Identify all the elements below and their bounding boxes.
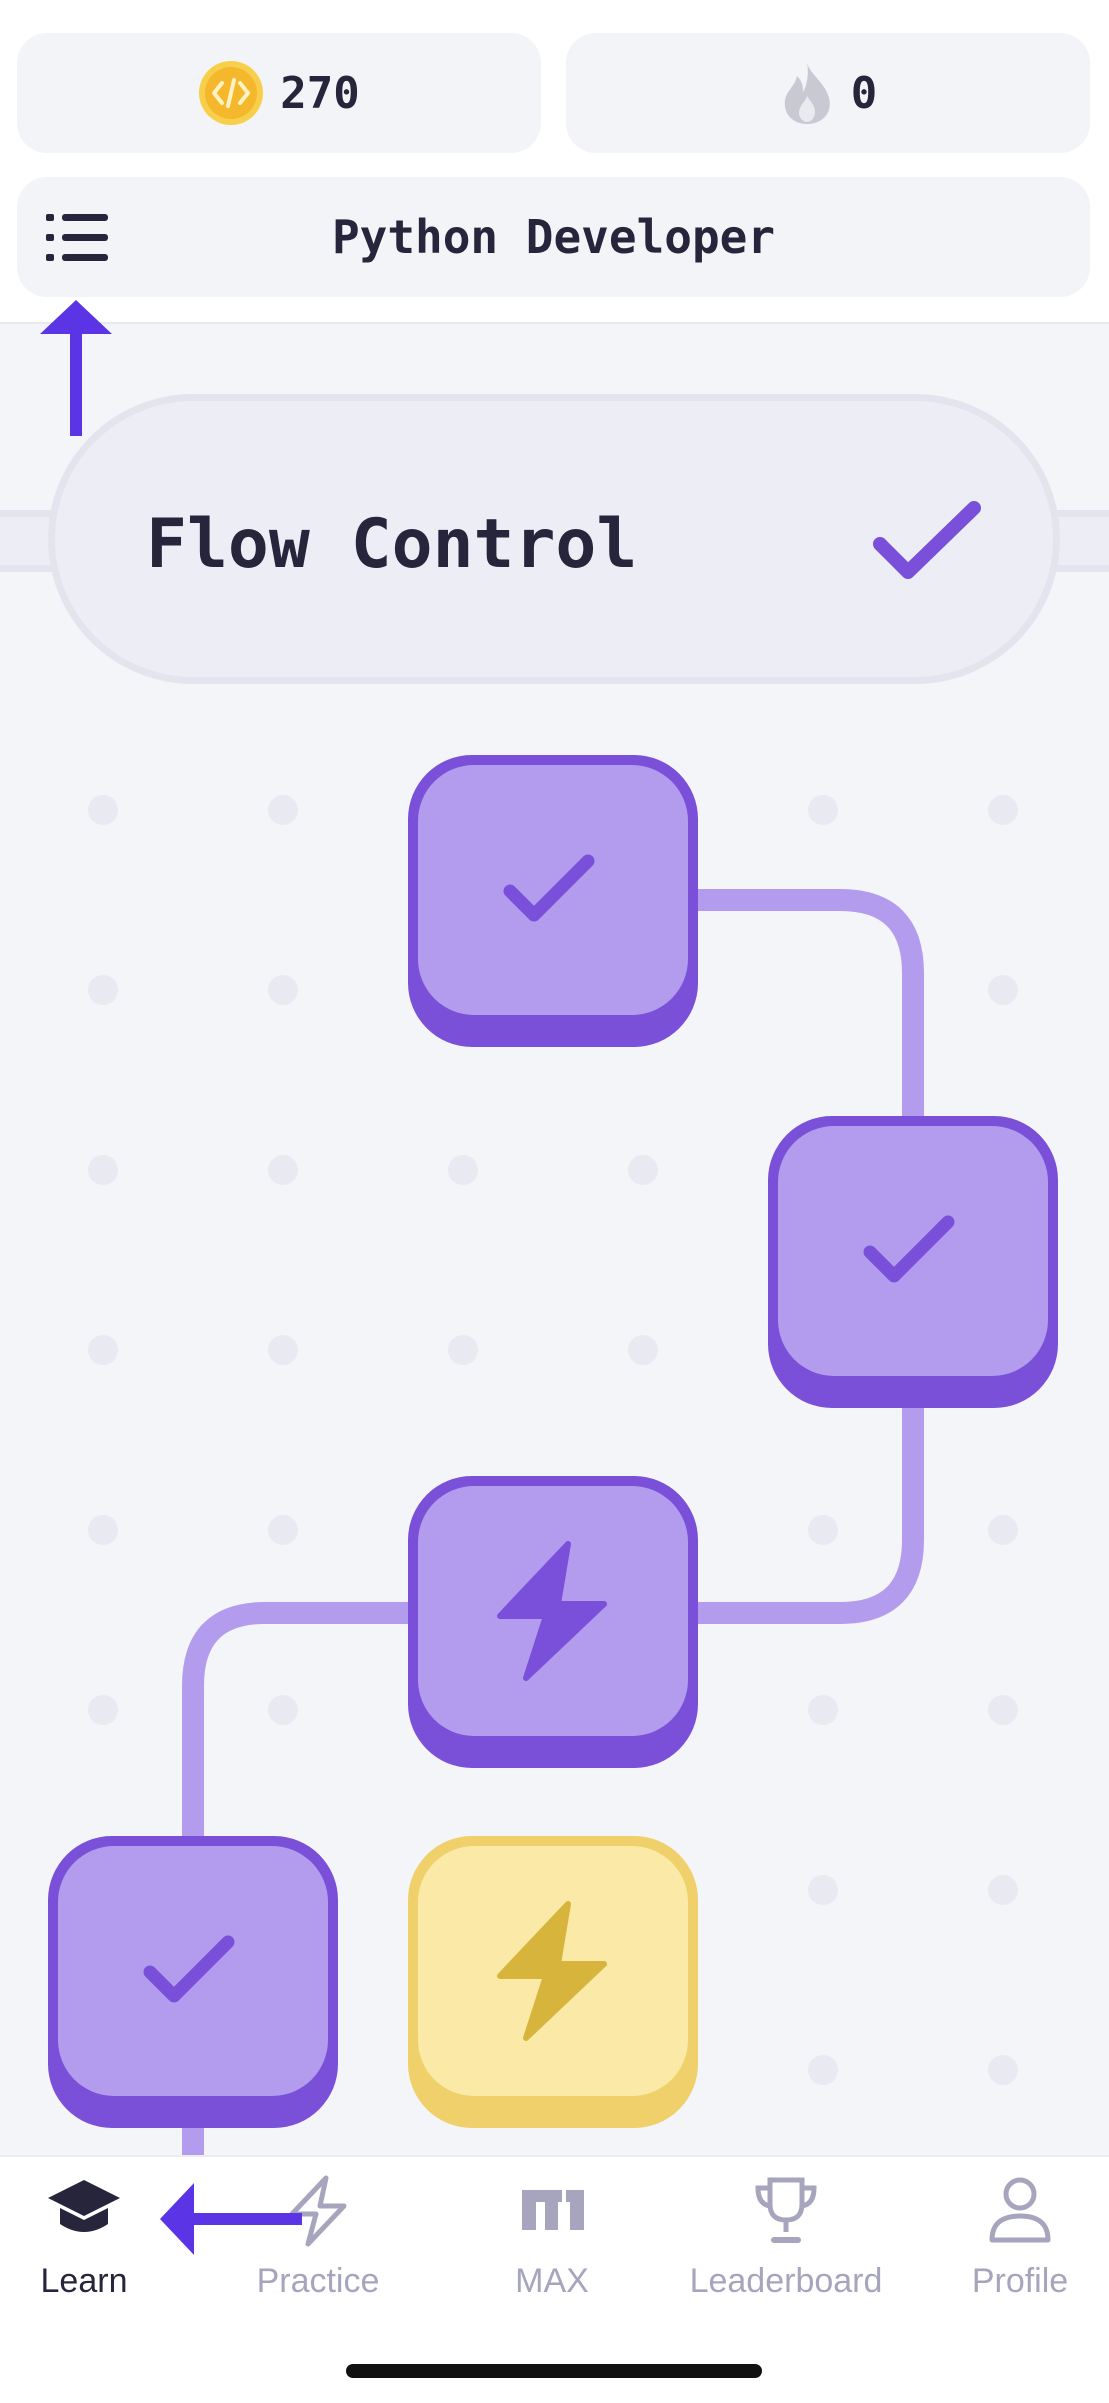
practice-node-available[interactable] [408, 1836, 698, 2128]
tab-leaderboard[interactable]: Leaderboard [686, 2170, 886, 2300]
lightning-icon [497, 1541, 607, 1681]
tab-practice-label: Practice [256, 2262, 380, 2300]
graduation-cap-icon [48, 2180, 120, 2232]
tab-max[interactable]: MAX [452, 2170, 652, 2300]
practice-node-lightning[interactable] [408, 1476, 698, 1768]
lightning-icon [497, 1901, 607, 2041]
tab-profile-label: Profile [971, 2262, 1069, 2300]
hint-arrow-up [40, 300, 112, 436]
trophy-icon [755, 2177, 817, 2243]
check-icon [503, 854, 595, 922]
person-icon [989, 2177, 1051, 2243]
lesson-node-1-completed[interactable] [408, 755, 698, 1047]
home-indicator [346, 2364, 762, 2378]
tab-max-label: MAX [515, 2262, 589, 2300]
check-icon [143, 1935, 235, 2003]
lesson-node-4-completed[interactable] [48, 1836, 338, 2128]
lesson-node-2-completed[interactable] [768, 1116, 1058, 1408]
check-icon [863, 1215, 955, 1283]
hint-arrow-left [160, 2183, 302, 2255]
max-logo-icon [522, 2190, 584, 2230]
tab-profile[interactable]: Profile [920, 2170, 1109, 2300]
tab-learn-label: Learn [40, 2262, 128, 2300]
tab-leaderboard-label: Leaderboard [689, 2262, 883, 2300]
